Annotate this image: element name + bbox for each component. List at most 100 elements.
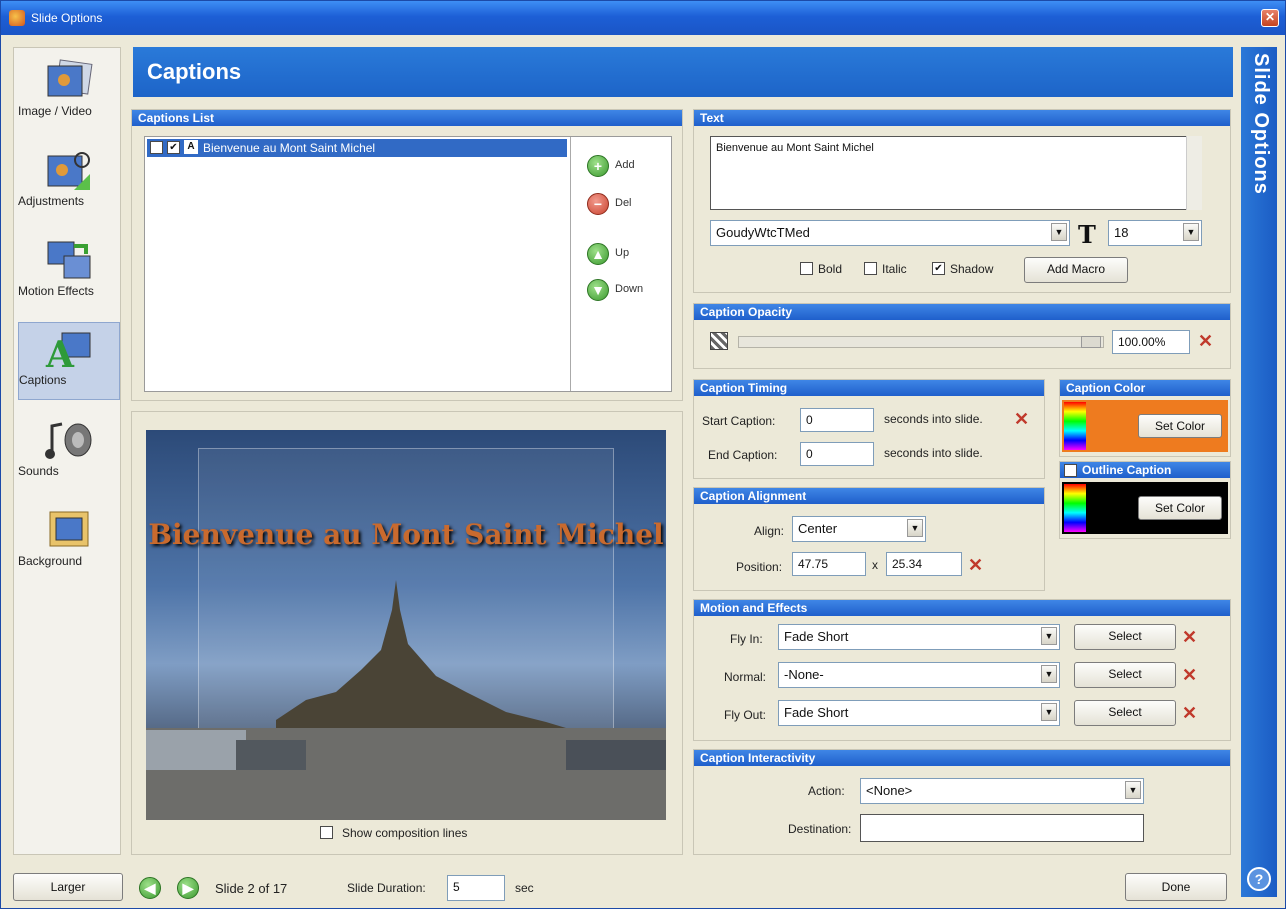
fly-in-label: Fly In: [730,632,763,646]
reset-opacity-icon[interactable]: ✕ [1198,332,1213,350]
font-size-select[interactable]: 18 ▼ [1108,220,1202,246]
opacity-value-field[interactable]: 100.00% [1112,330,1190,354]
slide-duration-field[interactable]: 5 [447,875,505,901]
clear-fly-out-icon[interactable]: ✕ [1182,704,1197,722]
delete-caption-button[interactable]: − [587,193,609,215]
align-select[interactable]: Center ▼ [792,516,926,542]
nav-item-adjustments[interactable]: Adjustments [18,144,120,222]
next-slide-icon[interactable]: ▶ [177,877,199,899]
panel-heading: Outline Caption [1060,462,1230,478]
start-caption-field[interactable]: 0 [800,408,874,432]
add-macro-button[interactable]: Add Macro [1024,257,1128,283]
bold-checkbox[interactable] [800,262,813,275]
shadow-checkbox[interactable]: ✔ [932,262,945,275]
fly-in-value: Fade Short [784,629,849,644]
color-picker-icon[interactable] [1064,484,1086,532]
title-bar: Slide Options ✕ [1,1,1285,35]
set-outline-color-button[interactable]: Set Color [1138,496,1222,520]
nav-item-image-video[interactable]: Image / Video [18,54,120,132]
opacity-slider[interactable] [738,336,1104,348]
captions-list-panel: Captions List ✔ A Bienvenue au Mont Sain… [131,109,683,401]
outline-color-swatch[interactable]: Set Color [1062,482,1228,534]
clear-normal-icon[interactable]: ✕ [1182,666,1197,684]
panel-heading: Caption Interactivity [694,750,1230,766]
mont-saint-michel-silhouette [146,580,666,820]
nav-label: Motion Effects [18,284,94,298]
action-value: <None> [866,783,913,798]
move-down-button[interactable]: ▼ [587,279,609,301]
nav-label: Captions [19,373,67,387]
item-visible-checkbox[interactable] [150,141,163,154]
slide-preview-image[interactable]: Bienvenue au Mont Saint Michel [146,430,666,820]
show-composition-lines-checkbox[interactable] [320,826,333,839]
panel-heading: Captions List [132,110,682,126]
text-scrollbar[interactable] [1186,136,1202,210]
side-title-bar: Slide Options ? [1241,47,1277,897]
add-caption-button[interactable]: + [587,155,609,177]
caption-color-swatch[interactable]: Set Color [1062,400,1228,452]
captions-icon: A [45,332,91,371]
action-label: Action: [808,784,845,798]
fly-in-select-button[interactable]: Select [1074,624,1176,650]
caption-text-input[interactable]: Bienvenue au Mont Saint Michel [710,136,1202,210]
app-icon [9,10,25,26]
end-caption-field[interactable]: 0 [800,442,874,466]
reset-start-icon[interactable]: ✕ [1014,410,1029,428]
adjustments-icon [47,152,90,190]
close-button[interactable]: ✕ [1261,9,1279,27]
done-button[interactable]: Done [1125,873,1227,901]
larger-button[interactable]: Larger [13,873,123,901]
up-label: Up [615,247,630,259]
chevron-down-icon: ▼ [1051,223,1067,241]
action-select[interactable]: <None> ▼ [860,778,1144,804]
clear-fly-in-icon[interactable]: ✕ [1182,628,1197,646]
motion-effects-icon [47,241,91,279]
move-up-button[interactable]: ▲ [587,243,609,265]
italic-checkbox[interactable] [864,262,877,275]
caption-interactivity-panel: Caption Interactivity Action: <None> ▼ D… [693,749,1231,855]
nav-item-sounds[interactable]: Sounds [18,414,120,492]
font-size-icon: T [1078,220,1096,249]
svg-text:A: A [45,334,75,371]
chevron-down-icon: ▼ [1041,665,1057,683]
fly-in-select[interactable]: Fade Short ▼ [778,624,1060,650]
panel-heading: Caption Color [1060,380,1230,396]
nav-item-motion-effects[interactable]: Motion Effects [18,234,120,312]
color-picker-icon[interactable] [1064,402,1086,450]
slide-position-text: Slide 2 of 17 [215,881,288,896]
position-x-field[interactable]: 47.75 [792,552,866,576]
italic-label: Italic [882,262,907,276]
slide-duration-label: Slide Duration: [347,881,426,895]
fly-out-select-button[interactable]: Select [1074,700,1176,726]
nav-item-background[interactable]: Background [18,504,120,582]
outline-caption-checkbox[interactable] [1064,464,1077,477]
item-enabled-checkbox[interactable]: ✔ [167,141,180,154]
fly-out-select[interactable]: Fade Short ▼ [778,700,1060,726]
list-item[interactable]: ✔ A Bienvenue au Mont Saint Michel [147,139,567,157]
nav-item-captions[interactable]: A Captions [18,322,120,400]
opacity-slider-thumb[interactable] [1081,336,1101,348]
normal-select-button[interactable]: Select [1074,662,1176,688]
panel-heading: Caption Timing [694,380,1044,396]
set-caption-color-button[interactable]: Set Color [1138,414,1222,438]
position-y-field[interactable]: 25.34 [886,552,962,576]
captions-list: ✔ A Bienvenue au Mont Saint Michel [145,137,571,391]
caption-overlay-text[interactable]: Bienvenue au Mont Saint Michel [146,518,666,551]
destination-field[interactable] [860,814,1144,842]
fly-out-value: Fade Short [784,705,849,720]
panel-heading: Caption Opacity [694,304,1230,320]
slide-duration-unit: sec [515,881,534,895]
previous-slide-icon[interactable]: ◀ [139,877,161,899]
caption-opacity-panel: Caption Opacity 100.00% ✕ [693,303,1231,369]
font-select[interactable]: GoudyWtcTMed ▼ [710,220,1070,246]
motion-effects-panel: Motion and Effects Fly In: Fade Short ▼ … [693,599,1231,741]
panel-heading: Text [694,110,1230,126]
chevron-down-icon: ▼ [1183,223,1199,241]
start-seconds-label: seconds into slide. [884,412,983,426]
reset-position-icon[interactable]: ✕ [968,556,983,574]
normal-select[interactable]: -None- ▼ [778,662,1060,688]
caption-timing-panel: Caption Timing Start Caption: 0 seconds … [693,379,1045,479]
help-icon[interactable]: ? [1247,867,1271,891]
shadow-label: Shadow [950,262,994,276]
chevron-down-icon: ▼ [1041,703,1057,721]
